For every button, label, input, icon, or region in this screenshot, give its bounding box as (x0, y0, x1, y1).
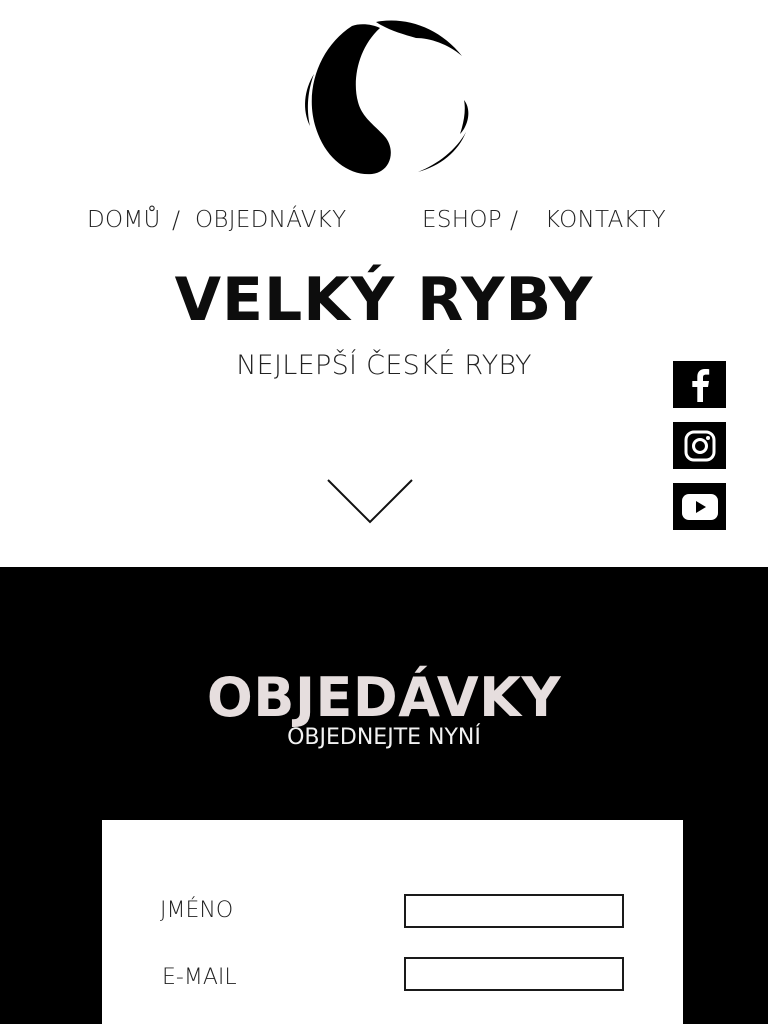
facebook-link[interactable] (673, 361, 726, 408)
facebook-icon (689, 368, 711, 402)
chevron-down-icon[interactable] (326, 476, 416, 526)
orders-subtitle: OBJEDNEJTE NYNÍ (287, 725, 481, 750)
nav-separator: / (172, 206, 181, 234)
email-label: E-MAIL (162, 965, 237, 990)
order-form: JMÉNO E-MAIL (102, 820, 683, 1024)
instagram-icon (684, 430, 716, 462)
youtube-icon (681, 493, 718, 520)
name-label: JMÉNO (160, 898, 234, 923)
name-field[interactable] (404, 894, 624, 928)
fish-circle-logo-icon[interactable] (290, 14, 480, 184)
nav-item-domu[interactable]: DOMŮ (87, 205, 161, 235)
instagram-link[interactable] (673, 422, 726, 469)
nav-item-eshop[interactable]: ESHOP (422, 205, 502, 235)
site-subtitle: NEJLEPŠÍ ČESKÉ RYBY (236, 350, 532, 381)
site-title: VELKÝ RYBY (174, 265, 594, 335)
email-field[interactable] (404, 957, 624, 991)
nav-separator: / (510, 206, 519, 234)
nav-item-kontakty[interactable]: KONTAKTY (545, 205, 666, 235)
page: DOMŮ / OBJEDNÁVKY ESHOP / KONTAKTY VELKÝ… (0, 0, 768, 1024)
nav-item-objednavky[interactable]: OBJEDNÁVKY (195, 205, 347, 235)
youtube-link[interactable] (673, 483, 726, 530)
